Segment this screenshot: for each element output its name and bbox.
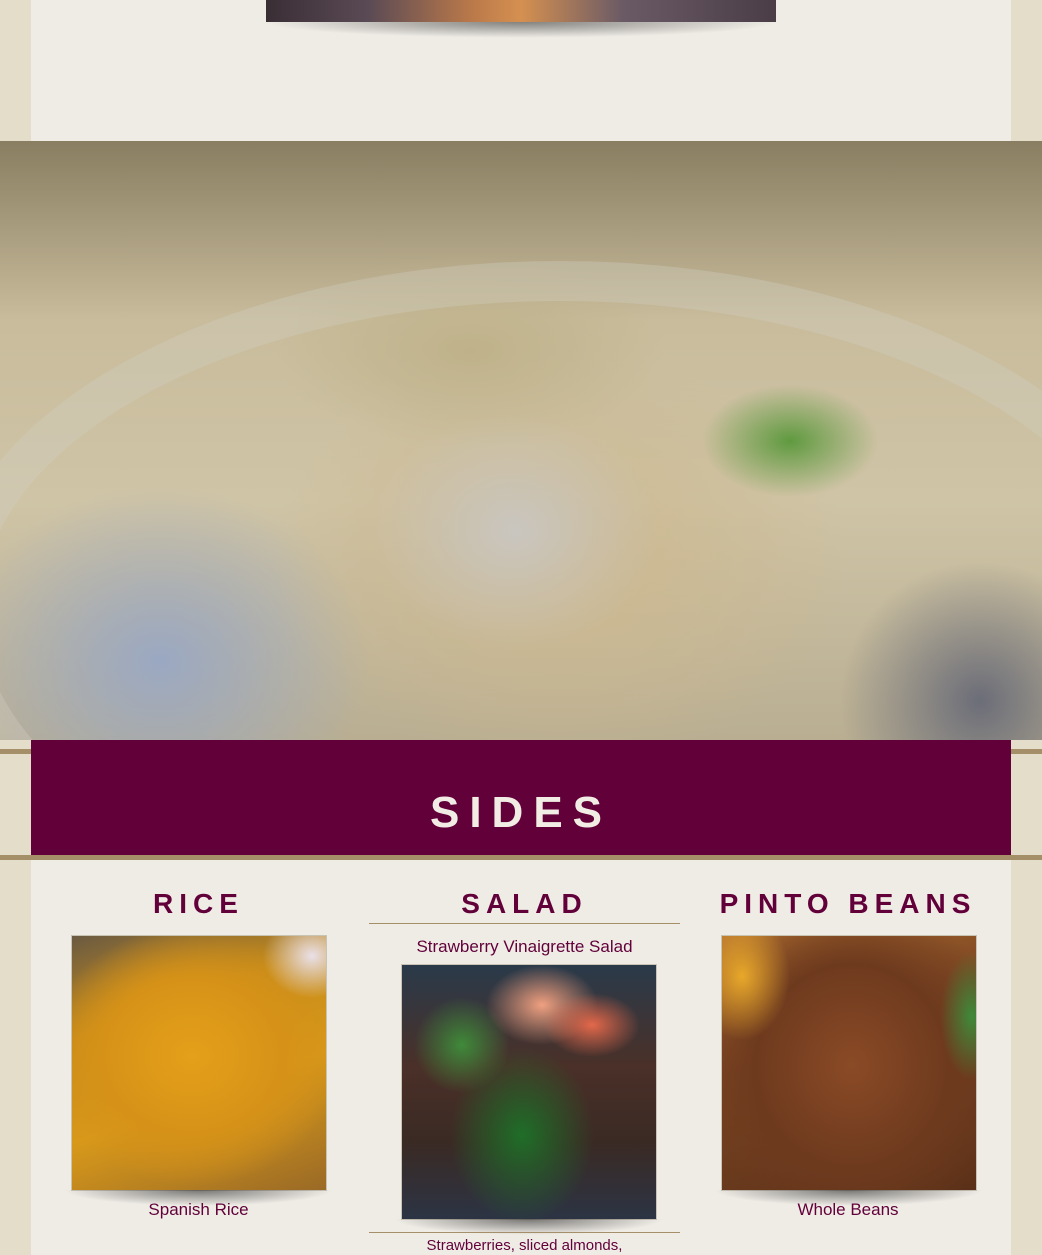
pinto-beans-photo[interactable]: [721, 935, 977, 1191]
rice-heading: RICE: [153, 888, 244, 919]
salad-description: Strawberries, sliced almonds,: [426, 1237, 623, 1254]
salad-rule-top: [369, 923, 680, 924]
rice-column: RICE Spanish Rice: [63, 860, 334, 1255]
hero-plate-rim: [0, 261, 1042, 740]
salad-photo[interactable]: [401, 964, 657, 1220]
salad-column: SALAD Strawberry Vinaigrette Salad Straw…: [369, 860, 680, 1255]
top-food-photo: [266, 0, 776, 22]
salad-rule-bottom: [369, 1232, 680, 1233]
hero-food-photo: [0, 141, 1042, 740]
sides-banner: SIDES: [31, 740, 1011, 855]
pinto-beans-caption: Whole Beans: [797, 1200, 899, 1219]
rice-caption: Spanish Rice: [148, 1200, 249, 1219]
pinto-beans-heading: PINTO BEANS: [719, 888, 977, 919]
sides-panel: RICE Spanish Rice SALAD Strawberry Vinai…: [31, 860, 1011, 1255]
rice-photo[interactable]: [71, 935, 327, 1191]
pinto-beans-column: PINTO BEANS Whole Beans: [711, 860, 985, 1255]
top-photo-shadow: [262, 22, 780, 38]
salad-subtitle: Strawberry Vinaigrette Salad: [416, 937, 633, 956]
salad-heading: SALAD: [461, 888, 588, 919]
sides-heading: SIDES: [429, 787, 613, 837]
